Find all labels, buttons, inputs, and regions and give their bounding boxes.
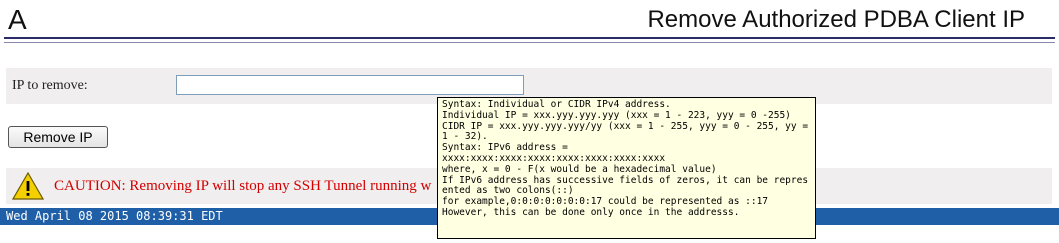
warning-triangle-icon (12, 172, 44, 200)
tooltip-line: However, this can be done only once in t… (442, 206, 740, 218)
caution-text: CAUTION: Removing IP will stop any SSH T… (54, 178, 432, 194)
page-title: Remove Authorized PDBA Client IP (647, 6, 1025, 33)
ip-label: IP to remove: (12, 78, 88, 93)
logo: A (8, 4, 27, 35)
tooltip-line: CIDR IP = xxx.yyy.yyy.yyy/yy (xxx = 1 - … (442, 120, 814, 143)
tooltip-line: If IPv6 address has successive fields of… (442, 174, 809, 197)
tooltip-line: Individual IP = xxx.yyy.yyy.yyy (xxx = 1… (442, 109, 791, 121)
remove-ip-button[interactable]: Remove IP (8, 126, 108, 148)
ip-input[interactable] (176, 75, 524, 95)
tooltip-line: where, x = 0 - F(x would be a hexadecima… (442, 163, 717, 175)
status-datetime: Wed April 08 2015 08:39:31 EDT (6, 209, 223, 223)
header-divider-light (4, 42, 1055, 43)
header-divider (4, 37, 1055, 39)
ip-syntax-tooltip: Syntax: Individual or CIDR IPv4 address.… (437, 97, 816, 239)
